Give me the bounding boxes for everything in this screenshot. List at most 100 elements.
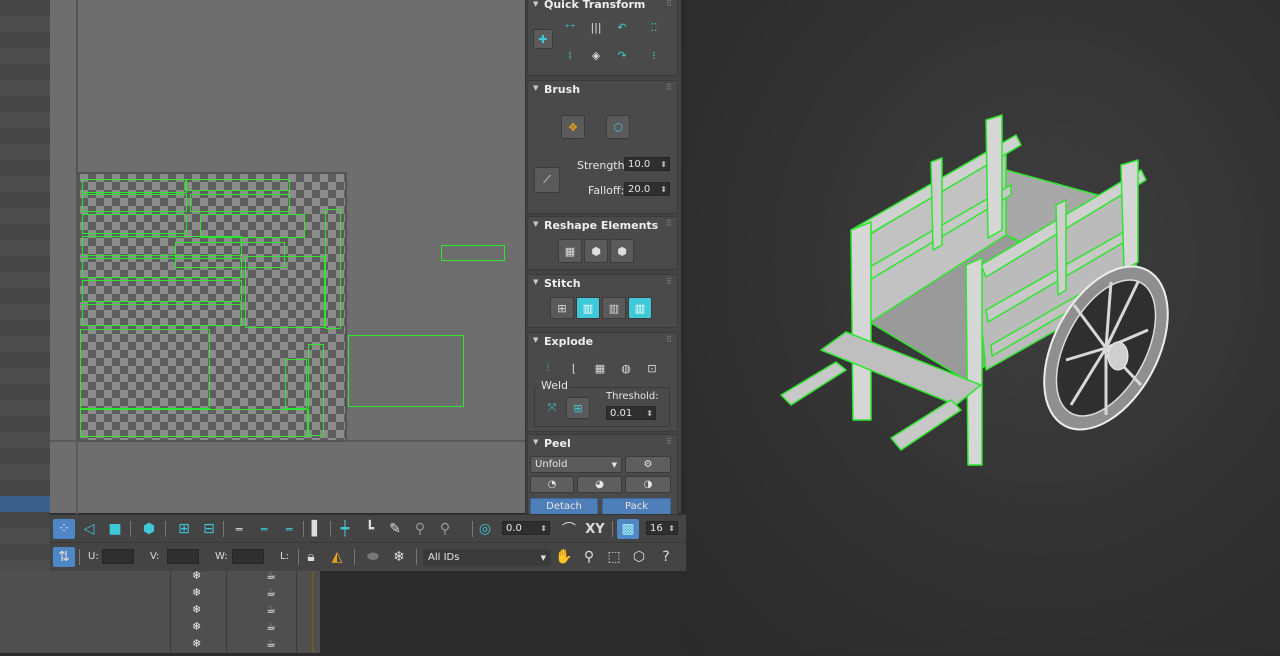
teapot-icon[interactable]: ☕	[266, 620, 276, 633]
weld-selected-icon[interactable]: ⤧	[540, 397, 564, 419]
break-by-material-icon[interactable]: ▦	[588, 357, 612, 379]
grip-icon[interactable]: ⠿	[666, 437, 672, 446]
cart-model[interactable]	[686, 0, 1280, 653]
collapse-arrow-icon[interactable]: ▼	[533, 84, 538, 92]
select-edge-icon[interactable]: ◁	[78, 519, 100, 539]
ring-grow-icon[interactable]: ┿	[334, 519, 356, 539]
rollout-title[interactable]: Peel	[544, 437, 571, 450]
pack-button[interactable]: Pack	[602, 498, 671, 515]
ring-shrink-icon[interactable]: ┗	[359, 519, 381, 539]
v-coordinate-field[interactable]	[167, 549, 199, 564]
uv-shell[interactable]	[325, 209, 341, 329]
lock-icon[interactable]: 🔒︎	[300, 547, 322, 567]
grid-snap-icon[interactable]: ▩	[617, 519, 639, 539]
uv-shell[interactable]	[82, 304, 242, 326]
rotate-cw-icon[interactable]: ↷	[612, 45, 632, 65]
pan-icon[interactable]: ✋	[553, 547, 575, 567]
select-vertex-icon[interactable]: ⁘	[53, 519, 75, 539]
reset-peel-button[interactable]: ◑	[625, 476, 671, 493]
freeze-icon[interactable]: ❄	[192, 620, 201, 633]
rectangulate-icon[interactable]: ⬢	[610, 239, 634, 263]
align-side-icon[interactable]: ⁝	[644, 45, 664, 65]
uv-shell[interactable]	[245, 256, 325, 328]
teapot-icon[interactable]: ☕	[266, 637, 276, 650]
grip-icon[interactable]: ⠿	[666, 335, 672, 344]
falloff-distance-spinner[interactable]: 0.0	[502, 521, 550, 536]
freeze-icon[interactable]: ❄	[192, 637, 201, 650]
uv-shell[interactable]	[80, 329, 210, 409]
uv-shell[interactable]	[80, 409, 308, 437]
straighten-icon[interactable]: ▦	[558, 239, 582, 263]
space-vertical-icon[interactable]: |||	[586, 17, 606, 37]
shrink-selection-icon[interactable]: ⊟	[198, 519, 220, 539]
break-by-smoothing-icon[interactable]: ⌊	[562, 357, 586, 379]
xy-axis-button[interactable]: XY	[582, 519, 608, 539]
collapse-arrow-icon[interactable]: ▼	[533, 220, 538, 228]
rollout-title[interactable]: Explode	[544, 335, 593, 348]
rotate-ccw-icon[interactable]: ↶	[612, 17, 632, 37]
collapse-arrow-icon[interactable]: ▼	[533, 336, 538, 344]
zoom-region-icon[interactable]: ⬚	[603, 547, 625, 567]
peel-mode-dropdown[interactable]: Unfold ▼	[530, 456, 622, 473]
freeze-icon[interactable]: ❄	[192, 586, 201, 599]
freeze-icon[interactable]: ❄	[388, 547, 410, 567]
rollout-title[interactable]: Stitch	[544, 277, 581, 290]
flatten-by-angle-icon[interactable]: ◍	[614, 357, 638, 379]
loop-shrink-icon[interactable]: ═	[278, 519, 300, 539]
collapse-arrow-icon[interactable]: ▼	[533, 278, 538, 286]
paint-move-brush-icon[interactable]: ✥	[561, 115, 585, 139]
uv-shell[interactable]	[190, 194, 290, 212]
space-horizontal-icon[interactable]: ◈	[586, 45, 606, 65]
rollout-title[interactable]: Reshape Elements	[544, 219, 658, 232]
uv-shell[interactable]	[82, 214, 187, 234]
loop-grow-icon[interactable]: ═	[253, 519, 275, 539]
paint-select-icon[interactable]: ✎	[384, 519, 406, 539]
stitch-custom-icon[interactable]: ⊞	[550, 297, 574, 319]
rollout-title[interactable]: Brush	[544, 83, 580, 96]
paint-shrink-icon[interactable]: ⚲	[434, 519, 456, 539]
detach-button[interactable]: Detach	[530, 498, 598, 515]
collapse-arrow-icon[interactable]: ▼	[533, 438, 538, 446]
grow-selection-icon[interactable]: ⊞	[173, 519, 195, 539]
quick-peel-button[interactable]: ◔	[530, 476, 574, 493]
uv-shell[interactable]	[82, 280, 242, 302]
uv-shell-floating[interactable]	[348, 335, 464, 407]
grip-icon[interactable]: ⠿	[666, 277, 672, 286]
filter-selected-faces-icon[interactable]: ◭	[326, 547, 348, 567]
brush-falloff-icon[interactable]: ⟋	[534, 167, 560, 193]
teapot-icon[interactable]: ☕	[266, 586, 276, 599]
uv-shell[interactable]	[200, 214, 305, 238]
paint-grow-icon[interactable]: ⚲	[409, 519, 431, 539]
uv-shell[interactable]	[185, 179, 290, 191]
uv-shell[interactable]	[82, 179, 187, 193]
weld-all-icon[interactable]: ⊞	[566, 397, 590, 419]
collapse-arrow-icon[interactable]: ▼	[533, 0, 538, 8]
transform-mode-icon[interactable]: ⇅	[53, 547, 75, 567]
break-icon[interactable]: ⊡	[640, 357, 664, 379]
ring-icon[interactable]: ▌	[306, 519, 328, 539]
rollout-title[interactable]: Quick Transform	[544, 0, 645, 11]
align-top-icon[interactable]: ⁚⁚	[644, 17, 664, 37]
grid-size-spinner[interactable]: 16	[646, 521, 678, 536]
freeze-icon[interactable]: ❄	[192, 603, 201, 616]
align-horizontal-icon[interactable]: ⁺⁺	[560, 17, 580, 37]
peel-settings-button[interactable]: ⚙	[625, 456, 671, 473]
stitch-to-source-icon[interactable]: ▥	[628, 297, 652, 319]
uv-shell[interactable]	[285, 359, 307, 409]
zoom-extents-icon[interactable]: ⬡	[628, 547, 650, 567]
strength-spinner[interactable]: 10.0	[624, 157, 670, 172]
threshold-spinner[interactable]: 0.01	[606, 406, 656, 421]
material-id-dropdown[interactable]: All IDs ▼	[423, 549, 551, 566]
w-coordinate-field[interactable]	[232, 549, 264, 564]
falloff-curve-icon[interactable]: ⌒	[558, 519, 580, 539]
teapot-icon[interactable]: ☕	[266, 603, 276, 616]
pivot-icon[interactable]: ✚	[533, 29, 553, 49]
uv-checker-tile[interactable]	[78, 172, 347, 442]
loop-icon[interactable]: ═	[228, 519, 250, 539]
u-coordinate-field[interactable]	[102, 549, 134, 564]
select-element-icon[interactable]: ⬢	[138, 519, 160, 539]
falloff-spinner[interactable]: 20.0	[624, 182, 670, 197]
grip-icon[interactable]: ⠿	[666, 0, 672, 8]
uv-shell[interactable]	[82, 194, 187, 212]
zoom-icon[interactable]: ⚲	[578, 547, 600, 567]
